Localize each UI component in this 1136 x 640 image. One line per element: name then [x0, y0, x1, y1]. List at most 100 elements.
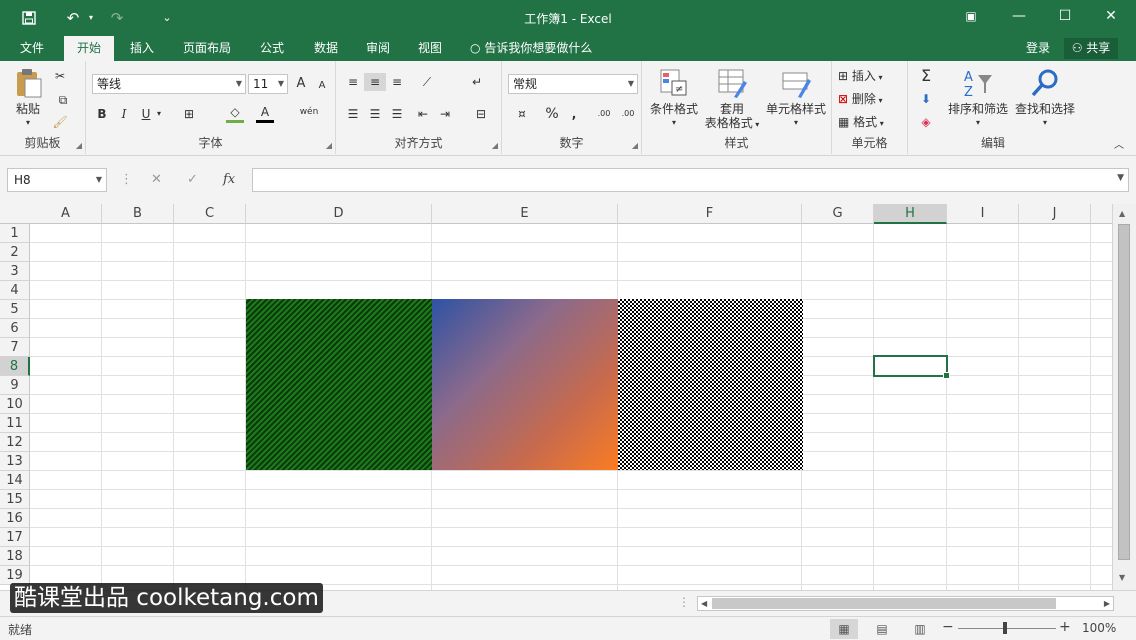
underline-dropdown-icon[interactable]: ▾ — [154, 105, 164, 123]
row-header[interactable]: 13 — [0, 452, 30, 471]
fill-icon[interactable]: ⬇ — [914, 90, 938, 108]
ribbon-display-options-icon[interactable]: ▣ — [948, 0, 994, 32]
checkered-rectangle[interactable] — [618, 299, 803, 470]
formula-input[interactable]: ▼ — [252, 168, 1129, 192]
bold-button[interactable]: B — [94, 105, 110, 123]
increase-indent-icon[interactable]: ⇥ — [436, 105, 454, 123]
underline-button[interactable]: U — [138, 105, 154, 123]
delete-cells-button[interactable]: ⊠ 删除 ▾ — [838, 90, 882, 110]
grow-font-button[interactable]: A — [294, 75, 308, 93]
tab-review[interactable]: 审阅 — [354, 36, 402, 61]
orientation-icon[interactable]: ⟋ — [414, 73, 440, 91]
zoom-out-button[interactable]: − — [942, 619, 954, 635]
paste-button[interactable]: 粘贴 ▾ — [8, 67, 48, 130]
shrink-font-button[interactable]: A — [316, 77, 328, 95]
phonetic-guide-button[interactable]: wén — [298, 103, 320, 121]
row-header[interactable]: 6 — [0, 319, 30, 338]
align-right-icon[interactable]: ☰ — [388, 105, 406, 123]
row-header[interactable]: 17 — [0, 528, 30, 547]
page-layout-view-icon[interactable]: ▤ — [868, 619, 896, 639]
scroll-up-icon[interactable]: ▲ — [1119, 209, 1125, 218]
green-hatched-rectangle[interactable] — [246, 299, 432, 470]
fill-color-icon[interactable]: ◇ — [226, 105, 244, 123]
scroll-left-icon[interactable]: ◀ — [701, 597, 707, 610]
horizontal-scrollbar[interactable]: ◀ ▶ — [697, 596, 1114, 611]
align-left-icon[interactable]: ☰ — [344, 105, 362, 123]
font-color-icon[interactable]: A — [256, 105, 274, 123]
font-name-select[interactable]: 等线 ▼ — [92, 74, 246, 94]
horizontal-scroll-thumb[interactable] — [712, 598, 1056, 609]
column-header[interactable]: E — [432, 204, 618, 224]
number-format-select[interactable]: 常规 ▼ — [508, 74, 638, 94]
row-header[interactable]: 4 — [0, 281, 30, 300]
font-launcher-icon[interactable]: ◢ — [326, 141, 332, 150]
minimize-button[interactable]: — — [996, 0, 1042, 32]
format-cells-button[interactable]: ▦ 格式 ▾ — [838, 113, 884, 133]
tab-data[interactable]: 数据 — [302, 36, 350, 61]
clear-icon[interactable]: ◈ — [914, 113, 938, 131]
selected-cell[interactable] — [873, 355, 950, 379]
column-header[interactable]: D — [246, 204, 432, 224]
vertical-scroll-thumb[interactable] — [1118, 224, 1130, 560]
zoom-slider[interactable] — [958, 628, 1056, 629]
format-painter-icon[interactable]: 🖌 — [52, 113, 68, 131]
italic-button[interactable]: I — [116, 105, 132, 123]
zoom-slider-thumb[interactable] — [1003, 622, 1007, 634]
share-button[interactable]: ⚇ 共享 — [1064, 38, 1118, 59]
currency-icon[interactable]: ¤ — [510, 105, 534, 123]
wrap-text-icon[interactable]: ↵ — [468, 73, 486, 91]
row-header[interactable]: 5 — [0, 300, 30, 319]
column-header[interactable]: C — [174, 204, 246, 224]
column-header[interactable]: I — [947, 204, 1019, 224]
sort-filter-button[interactable]: AZ 排序和筛选 ▾ — [946, 67, 1010, 130]
decrease-indent-icon[interactable]: ⇤ — [414, 105, 432, 123]
tab-insert[interactable]: 插入 — [118, 36, 166, 61]
row-header[interactable]: 3 — [0, 262, 30, 281]
page-break-view-icon[interactable]: ▥ — [906, 619, 934, 639]
zoom-in-button[interactable]: + — [1059, 619, 1071, 635]
collapse-ribbon-icon[interactable]: ︿ — [1112, 137, 1126, 155]
font-size-select[interactable]: 11 ▼ — [248, 74, 288, 94]
clipboard-launcher-icon[interactable]: ◢ — [76, 141, 82, 150]
align-center-icon[interactable]: ☰ — [366, 105, 384, 123]
insert-cells-button[interactable]: ⊞ 插入 ▾ — [838, 67, 882, 87]
expand-formula-bar-icon[interactable]: ▼ — [1117, 173, 1124, 183]
close-button[interactable]: ✕ — [1088, 0, 1134, 32]
cell-styles-button[interactable]: 单元格样式 ▾ — [762, 67, 830, 130]
name-box[interactable]: H8 ▼ — [7, 168, 107, 192]
format-as-table-button[interactable]: 套用 表格格式 ▾ — [700, 67, 764, 132]
row-header[interactable]: 7 — [0, 338, 30, 357]
decrease-decimal-button[interactable]: .00 — [618, 105, 638, 123]
row-header[interactable]: 11 — [0, 414, 30, 433]
row-header[interactable]: 12 — [0, 433, 30, 452]
increase-decimal-button[interactable]: .00 — [594, 105, 614, 123]
cut-icon[interactable]: ✂ — [52, 67, 68, 85]
comma-button[interactable]: , — [568, 105, 580, 123]
borders-icon[interactable]: ⊞ — [180, 105, 198, 123]
column-header[interactable]: F — [618, 204, 802, 224]
column-header[interactable]: B — [102, 204, 174, 224]
insert-function-button[interactable]: fx — [223, 172, 235, 187]
conditional-formatting-button[interactable]: ≠ 条件格式 ▾ — [646, 67, 702, 130]
tab-view[interactable]: 视图 — [406, 36, 454, 61]
row-header[interactable]: 18 — [0, 547, 30, 566]
maximize-button[interactable]: ☐ — [1042, 0, 1088, 32]
tab-home[interactable]: 开始 — [64, 36, 114, 61]
find-select-button[interactable]: 查找和选择 ▾ — [1012, 67, 1078, 130]
align-bottom-icon[interactable]: ≡ — [388, 73, 406, 91]
row-header[interactable]: 15 — [0, 490, 30, 509]
row-header[interactable]: 8 — [0, 357, 30, 376]
scroll-right-icon[interactable]: ▶ — [1104, 597, 1110, 610]
autosum-icon[interactable]: Σ — [914, 67, 938, 85]
alignment-launcher-icon[interactable]: ◢ — [492, 141, 498, 150]
tell-me-box[interactable]: ○ 告诉我你想要做什么 — [470, 36, 592, 60]
column-header[interactable]: H — [874, 204, 947, 224]
column-header[interactable]: J — [1019, 204, 1091, 224]
column-header[interactable]: G — [802, 204, 874, 224]
tab-file[interactable]: 文件 — [8, 36, 56, 61]
percent-button[interactable]: % — [544, 105, 560, 123]
confirm-entry-button[interactable]: ✓ — [187, 172, 198, 187]
tab-formulas[interactable]: 公式 — [248, 36, 296, 61]
row-header[interactable]: 14 — [0, 471, 30, 490]
align-top-icon[interactable]: ≡ — [344, 73, 362, 91]
